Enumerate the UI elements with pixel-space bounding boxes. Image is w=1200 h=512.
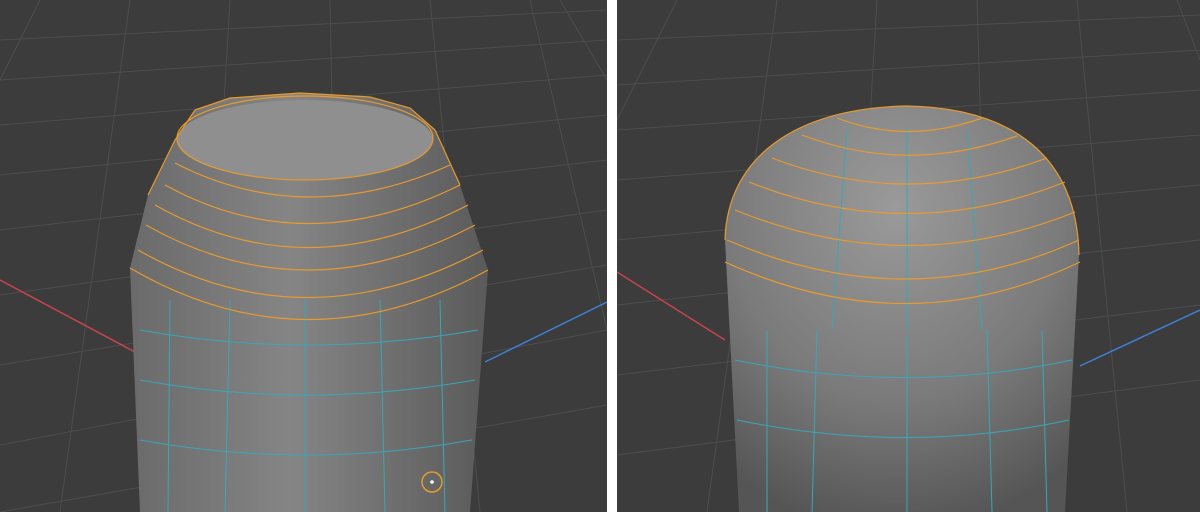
viewport-left-canvas[interactable] (0, 0, 607, 512)
viewport-right[interactable] (617, 0, 1200, 512)
panel-divider (607, 0, 617, 512)
viewport-right-canvas[interactable] (617, 0, 1200, 512)
y-axis-line (1079, 309, 1200, 367)
x-axis-line (0, 279, 136, 353)
y-axis-line (484, 301, 607, 363)
x-axis-line (617, 271, 726, 341)
mesh-object[interactable] (724, 105, 1081, 512)
viewport-left[interactable] (0, 0, 607, 512)
mesh-object[interactable] (129, 92, 489, 512)
